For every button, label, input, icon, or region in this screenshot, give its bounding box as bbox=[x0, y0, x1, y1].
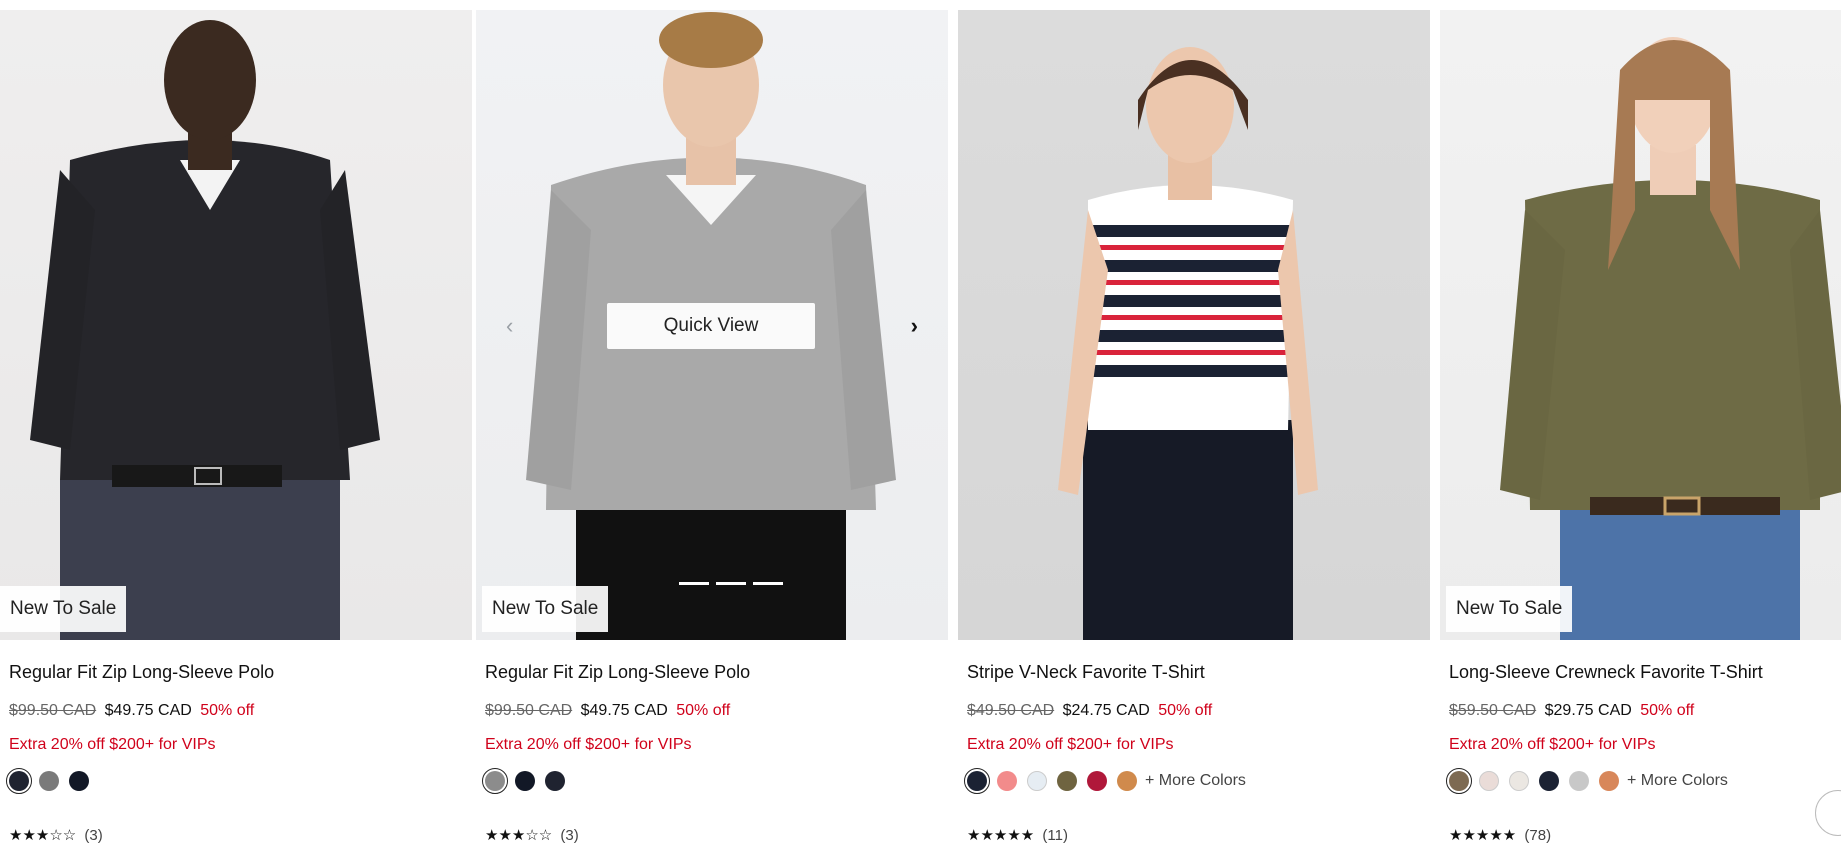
product-title[interactable]: Stripe V-Neck Favorite T-Shirt bbox=[967, 662, 1205, 683]
more-colors-link[interactable]: + More Colors bbox=[1627, 772, 1728, 790]
color-swatch[interactable] bbox=[1569, 771, 1589, 791]
vip-promo: Extra 20% off $200+ for VIPs bbox=[485, 736, 692, 753]
product-card[interactable]: New To Sale Long-Sleeve Crewneck Favorit… bbox=[1440, 0, 1841, 852]
product-image[interactable]: New To Sale bbox=[1440, 10, 1841, 640]
carousel-dot[interactable] bbox=[679, 582, 709, 585]
rating: ★★★★★ (11) bbox=[967, 826, 1068, 844]
sale-price: $29.75 CAD bbox=[1544, 702, 1632, 719]
color-swatch[interactable] bbox=[515, 771, 535, 791]
carousel-dot[interactable] bbox=[716, 582, 746, 585]
new-to-sale-badge: New To Sale bbox=[0, 586, 127, 632]
vip-promo: Extra 20% off $200+ for VIPs bbox=[967, 736, 1174, 753]
color-swatches bbox=[482, 768, 575, 797]
color-swatches: + More Colors bbox=[1446, 768, 1728, 797]
color-swatch[interactable] bbox=[1539, 771, 1559, 791]
sale-price: $49.75 CAD bbox=[580, 702, 668, 719]
rating: ★★★☆☆ (3) bbox=[485, 826, 579, 844]
more-colors-link[interactable]: + More Colors bbox=[1145, 772, 1246, 790]
product-image[interactable]: New To Sale bbox=[0, 10, 472, 640]
color-swatches: + More Colors bbox=[964, 768, 1246, 797]
color-swatches bbox=[6, 768, 99, 797]
original-price: $99.50 CAD bbox=[9, 702, 97, 719]
new-to-sale-badge: New To Sale bbox=[482, 586, 609, 632]
color-swatch[interactable] bbox=[1087, 771, 1107, 791]
star-rating-icon: ★★★★★ bbox=[967, 827, 1035, 844]
color-swatch[interactable] bbox=[1599, 771, 1619, 791]
color-swatch[interactable] bbox=[482, 768, 508, 794]
vip-promo: Extra 20% off $200+ for VIPs bbox=[1449, 736, 1656, 753]
quick-view-button[interactable]: Quick View bbox=[607, 303, 815, 349]
color-swatch[interactable] bbox=[1446, 768, 1472, 794]
sale-price: $49.75 CAD bbox=[104, 702, 192, 719]
discount-label: 50% off bbox=[200, 702, 255, 719]
discount-label: 50% off bbox=[676, 702, 731, 719]
color-swatch[interactable] bbox=[1509, 771, 1529, 791]
product-card[interactable]: Quick View ‹ › New To Sale Regular Fit Z… bbox=[476, 0, 948, 852]
product-title[interactable]: Regular Fit Zip Long-Sleeve Polo bbox=[9, 662, 274, 683]
product-grid: New To Sale Regular Fit Zip Long-Sleeve … bbox=[0, 0, 1841, 852]
color-swatch[interactable] bbox=[6, 768, 32, 794]
review-count[interactable]: (11) bbox=[1042, 827, 1068, 844]
carousel-dot[interactable] bbox=[642, 582, 672, 585]
color-swatch[interactable] bbox=[545, 771, 565, 791]
color-swatch[interactable] bbox=[39, 771, 59, 791]
color-swatch[interactable] bbox=[1117, 771, 1137, 791]
review-count[interactable]: (3) bbox=[560, 827, 578, 844]
carousel-indicators bbox=[642, 582, 783, 586]
original-price: $59.50 CAD bbox=[1449, 702, 1537, 719]
color-swatch[interactable] bbox=[964, 768, 990, 794]
review-count[interactable]: (3) bbox=[84, 827, 102, 844]
star-rating-icon: ★★★☆☆ bbox=[485, 827, 553, 844]
review-count[interactable]: (78) bbox=[1524, 827, 1551, 844]
vip-promo: Extra 20% off $200+ for VIPs bbox=[9, 736, 216, 753]
new-to-sale-badge: New To Sale bbox=[1446, 586, 1573, 632]
carousel-next-icon[interactable]: › bbox=[911, 315, 918, 337]
product-image[interactable]: Quick View ‹ › New To Sale bbox=[476, 10, 948, 640]
price-row: $59.50 CAD $29.75 CAD 50% off bbox=[1449, 702, 1694, 720]
color-swatch[interactable] bbox=[997, 771, 1017, 791]
sale-price: $24.75 CAD bbox=[1062, 702, 1150, 719]
product-title[interactable]: Long-Sleeve Crewneck Favorite T-Shirt bbox=[1449, 662, 1763, 683]
discount-label: 50% off bbox=[1158, 702, 1213, 719]
price-row: $49.50 CAD $24.75 CAD 50% off bbox=[967, 702, 1212, 720]
product-image[interactable] bbox=[958, 10, 1430, 640]
color-swatch[interactable] bbox=[69, 771, 89, 791]
color-swatch[interactable] bbox=[1027, 771, 1047, 791]
carousel-prev-icon[interactable]: ‹ bbox=[506, 315, 513, 337]
original-price: $99.50 CAD bbox=[485, 702, 573, 719]
carousel-dot[interactable] bbox=[753, 582, 783, 585]
product-card[interactable]: Stripe V-Neck Favorite T-Shirt $49.50 CA… bbox=[958, 0, 1430, 852]
price-row: $99.50 CAD $49.75 CAD 50% off bbox=[485, 702, 730, 720]
color-swatch[interactable] bbox=[1057, 771, 1077, 791]
star-rating-icon: ★★★★★ bbox=[1449, 827, 1517, 844]
color-swatch[interactable] bbox=[1479, 771, 1499, 791]
price-row: $99.50 CAD $49.75 CAD 50% off bbox=[9, 702, 254, 720]
original-price: $49.50 CAD bbox=[967, 702, 1055, 719]
product-title[interactable]: Regular Fit Zip Long-Sleeve Polo bbox=[485, 662, 750, 683]
rating: ★★★★★ (78) bbox=[1449, 826, 1551, 844]
model-photo bbox=[30, 20, 380, 640]
star-rating-icon: ★★★☆☆ bbox=[9, 827, 77, 844]
product-card[interactable]: New To Sale Regular Fit Zip Long-Sleeve … bbox=[0, 0, 472, 852]
model-photo bbox=[1058, 47, 1318, 640]
rating: ★★★☆☆ (3) bbox=[9, 826, 103, 844]
model-photo bbox=[1500, 37, 1841, 640]
discount-label: 50% off bbox=[1640, 702, 1695, 719]
